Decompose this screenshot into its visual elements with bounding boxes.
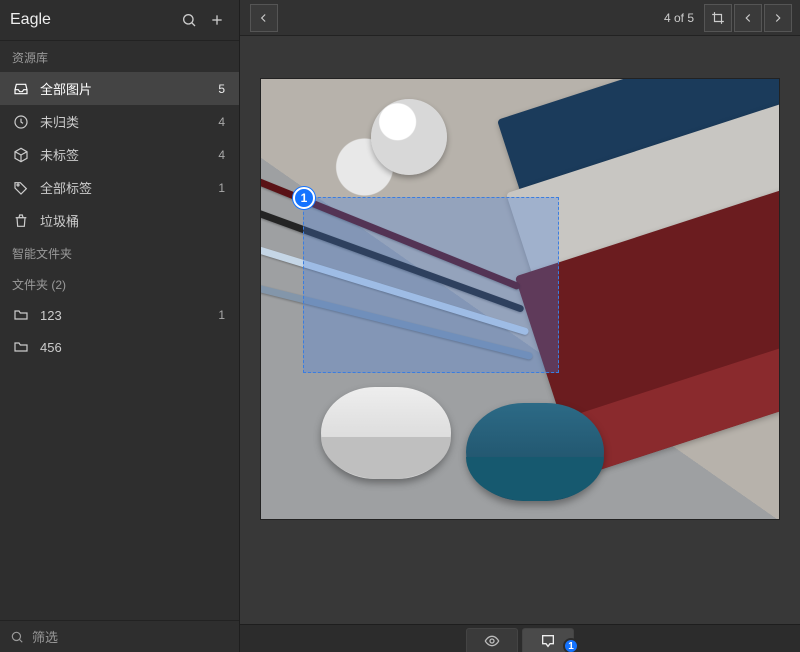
annotation-selection[interactable] (303, 197, 559, 373)
sidebar-item-label: 全部标签 (40, 178, 218, 197)
sidebar-item-label: 未标签 (40, 145, 218, 164)
folder-item-label: 456 (40, 340, 225, 355)
back-button[interactable] (250, 4, 278, 32)
inbox-icon (12, 80, 30, 98)
preview-image: 1 (260, 78, 780, 520)
tab-preview[interactable] (466, 628, 518, 652)
sidebar: Eagle 资源库 全部图片 5 未归类 4 (0, 0, 240, 652)
sidebar-item-all-tags[interactable]: 全部标签 1 (0, 171, 239, 204)
app-root: Eagle 资源库 全部图片 5 未归类 4 (0, 0, 800, 652)
sidebar-item-untagged[interactable]: 未标签 4 (0, 138, 239, 171)
sidebar-item-label: 全部图片 (40, 79, 218, 98)
sidebar-item-count: 4 (218, 148, 227, 162)
section-smart-folders: 智能文件夹 (0, 237, 239, 268)
section-library: 资源库 (0, 41, 239, 72)
filter-button[interactable]: 筛选 (0, 620, 239, 652)
folder-item[interactable]: 123 1 (0, 299, 239, 331)
viewer-toolbar: 4 of 5 (240, 0, 800, 36)
main-viewer: 4 of 5 1 (240, 0, 800, 652)
folder-item-count: 1 (218, 308, 227, 322)
comments-count-badge: 1 (563, 638, 579, 652)
eye-icon (484, 633, 500, 649)
image-canvas[interactable]: 1 (240, 36, 800, 624)
clock-icon (12, 113, 30, 131)
arrow-left-icon (257, 11, 271, 25)
add-button[interactable] (205, 8, 229, 32)
comment-icon (540, 633, 556, 649)
folders-list: 123 1 456 (0, 299, 239, 363)
folder-item[interactable]: 456 (0, 331, 239, 363)
tab-comments[interactable]: 1 (522, 628, 574, 652)
folder-icon (12, 306, 30, 324)
bottom-tabs: 1 (240, 624, 800, 652)
plus-icon (209, 12, 225, 28)
sidebar-header: Eagle (0, 0, 239, 41)
image-counter: 4 of 5 (664, 11, 694, 25)
sidebar-item-count: 4 (218, 115, 227, 129)
sidebar-item-count: 5 (218, 82, 227, 96)
prev-button[interactable] (734, 4, 762, 32)
sidebar-item-label: 未归类 (40, 112, 218, 131)
trash-icon (12, 212, 30, 230)
sidebar-item-uncategorized[interactable]: 未归类 4 (0, 105, 239, 138)
next-button[interactable] (764, 4, 792, 32)
folder-icon (12, 338, 30, 356)
folder-item-label: 123 (40, 308, 218, 323)
crop-icon (711, 11, 725, 25)
cube-icon (12, 146, 30, 164)
section-folders: 文件夹 (2) (0, 268, 239, 299)
filter-label: 筛选 (32, 627, 58, 646)
chevron-right-icon (771, 11, 785, 25)
library-list: 全部图片 5 未归类 4 未标签 4 全部标签 1 (0, 72, 239, 237)
app-title: Eagle (10, 11, 173, 29)
search-button[interactable] (177, 8, 201, 32)
chevron-left-icon (741, 11, 755, 25)
sidebar-item-label: 垃圾桶 (40, 211, 225, 230)
crop-button[interactable] (704, 4, 732, 32)
search-icon (10, 630, 24, 644)
tag-icon (12, 179, 30, 197)
annotation-badge[interactable]: 1 (293, 187, 315, 209)
sidebar-item-count: 1 (218, 181, 227, 195)
sidebar-item-trash[interactable]: 垃圾桶 (0, 204, 239, 237)
search-icon (181, 12, 197, 28)
sidebar-body: 资源库 全部图片 5 未归类 4 未标签 4 (0, 41, 239, 620)
sidebar-item-all-images[interactable]: 全部图片 5 (0, 72, 239, 105)
